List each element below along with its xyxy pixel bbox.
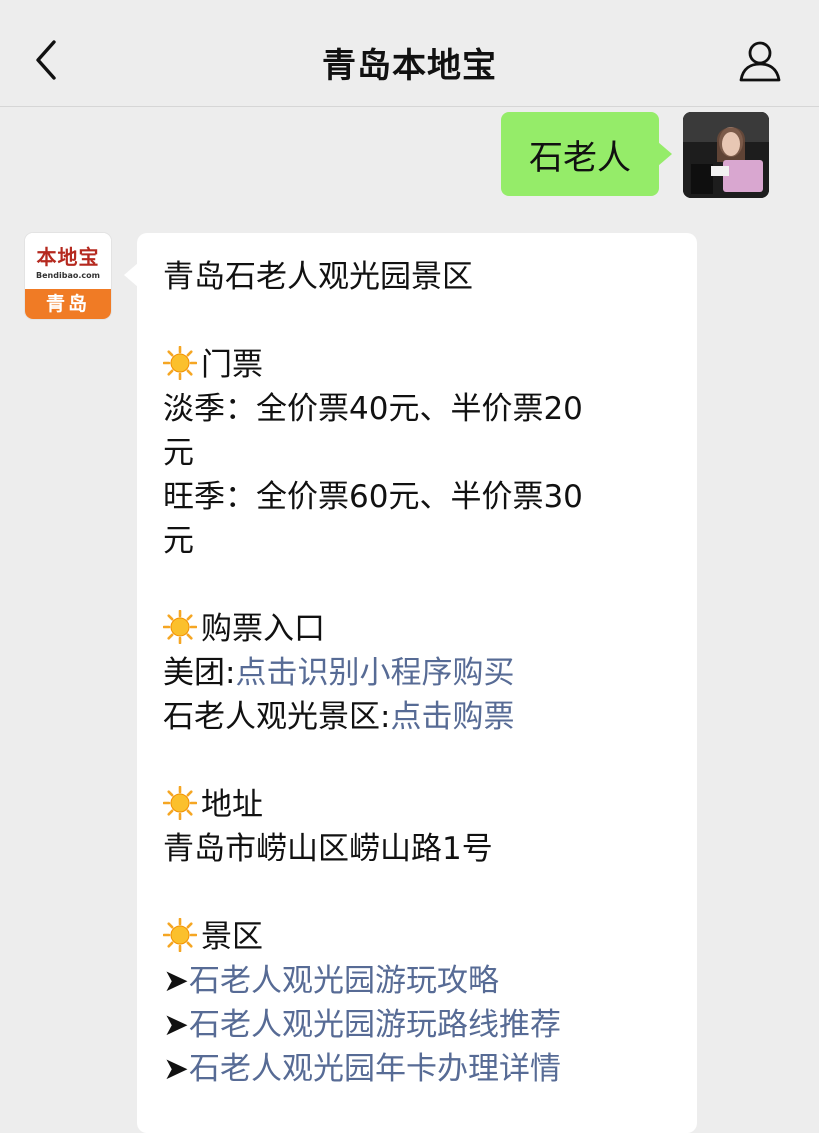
scenic-link-item: ➤石老人观光园游玩路线推荐 (163, 1003, 673, 1047)
sun-icon (163, 786, 197, 820)
address-text: 青岛市崂山区崂山路1号 (163, 831, 493, 867)
page-title: 青岛本地宝 (322, 46, 497, 86)
bot-logo: 本地宝 Bendibao.com (25, 233, 111, 291)
annual-card-link[interactable]: 石老人观光园年卡办理详情 (189, 1051, 561, 1087)
scenic-purchase-line: 石老人观光景区:点击购票 (163, 695, 673, 739)
offseason-price-line1: 淡季：全价票40元、半价票20 (163, 391, 583, 427)
tickets-heading: 门票 (201, 347, 263, 383)
user-message-bubble[interactable]: 石老人 (501, 112, 672, 196)
user-message-text: 石老人 (529, 137, 631, 178)
sun-icon (163, 918, 197, 952)
scenic-heading-line: 景区 (163, 915, 673, 959)
person-icon (739, 41, 781, 82)
sun-icon (163, 346, 197, 380)
sun-icon (163, 610, 197, 644)
top-nav-bar: 青岛本地宝 (0, 0, 819, 107)
purchase-heading-line: 购票入口 (163, 607, 673, 651)
tickets-heading-line: 门票 (163, 343, 673, 387)
address-heading: 地址 (201, 787, 263, 823)
message-title: 青岛石老人观光园景区 (163, 259, 473, 295)
meituan-label: 美团: (163, 655, 236, 691)
logo-sub-text: Bendibao.com (36, 271, 100, 280)
user-avatar-image (683, 112, 769, 198)
meituan-line: 美团:点击识别小程序购买 (163, 651, 673, 695)
peakseason-price-line1: 旺季：全价票60元、半价票30 (163, 479, 583, 515)
bot-message-content: 青岛石老人观光园景区 门票 淡季：全价票40元、半价票20 元 旺季：全价票60… (163, 255, 673, 1091)
profile-button[interactable] (737, 38, 783, 84)
arrow-icon: ➤ (163, 1007, 189, 1043)
scenic-label: 石老人观光景区: (163, 699, 391, 735)
scenic-route-link[interactable]: 石老人观光园游玩路线推荐 (189, 1007, 561, 1043)
meituan-purchase-link[interactable]: 点击识别小程序购买 (235, 655, 514, 691)
address-heading-line: 地址 (163, 783, 673, 827)
arrow-icon: ➤ (163, 963, 189, 999)
peakseason-price-line2: 元 (163, 523, 194, 559)
offseason-price-line2: 元 (163, 435, 194, 471)
scenic-purchase-link[interactable]: 点击购票 (390, 699, 514, 735)
logo-city-text: 青岛 (25, 289, 111, 319)
scenic-link-item: ➤石老人观光园年卡办理详情 (163, 1047, 673, 1091)
purchase-heading: 购票入口 (201, 611, 325, 647)
arrow-icon: ➤ (163, 1051, 189, 1087)
bot-avatar[interactable]: 本地宝 Bendibao.com 青岛 (25, 233, 111, 319)
user-avatar[interactable] (683, 112, 769, 198)
logo-main-text: 本地宝 (36, 245, 100, 269)
bot-message-bubble: 青岛石老人观光园景区 门票 淡季：全价票40元、半价票20 元 旺季：全价票60… (124, 233, 697, 1133)
scenic-heading: 景区 (201, 919, 263, 955)
scenic-guide-link[interactable]: 石老人观光园游玩攻略 (189, 963, 499, 999)
scenic-link-item: ➤石老人观光园游玩攻略 (163, 959, 673, 1003)
